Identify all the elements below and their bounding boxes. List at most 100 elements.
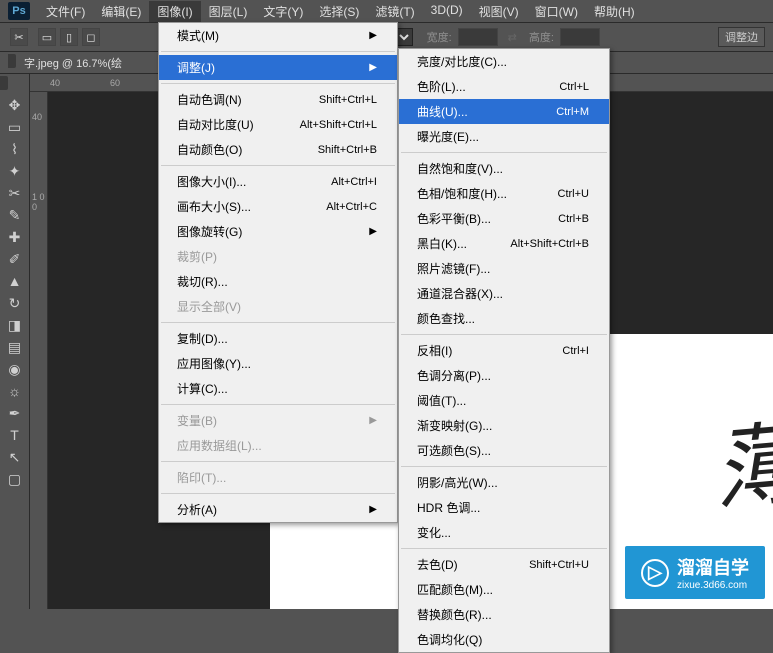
menu-item[interactable]: 计算(C)...: [159, 376, 397, 401]
menu-item[interactable]: 图像旋转(G)▶: [159, 219, 397, 244]
menu-item[interactable]: 变化...: [399, 520, 609, 545]
menu-图像[interactable]: 图像(I): [149, 1, 200, 22]
menu-item[interactable]: 自动色调(N)Shift+Ctrl+L: [159, 87, 397, 112]
gradient-tool[interactable]: ▤: [4, 337, 26, 357]
toolbar-handle[interactable]: [0, 76, 8, 90]
menu-separator: [161, 165, 395, 166]
menu-3d[interactable]: 3D(D): [423, 1, 471, 22]
menu-item[interactable]: 色相/饱和度(H)...Ctrl+U: [399, 181, 609, 206]
menu-item[interactable]: 模式(M)▶: [159, 23, 397, 48]
watermark-badge: ▷ 溜溜自学 zixue.3d66.com: [625, 546, 765, 599]
menu-separator: [161, 461, 395, 462]
menu-item[interactable]: 曝光度(E)...: [399, 124, 609, 149]
menu-item[interactable]: 亮度/对比度(C)...: [399, 49, 609, 74]
tool-preset-icon[interactable]: ✂: [10, 28, 28, 46]
menu-item-label: 色调分离(P)...: [417, 367, 491, 384]
pen-tool[interactable]: ✒: [4, 403, 26, 423]
menu-item[interactable]: 自然饱和度(V)...: [399, 156, 609, 181]
history-brush-tool[interactable]: ↻: [4, 293, 26, 313]
menu-item-label: 图像大小(I)...: [177, 173, 246, 190]
menu-item[interactable]: 自动对比度(U)Alt+Shift+Ctrl+L: [159, 112, 397, 137]
path-select-tool[interactable]: ↖: [4, 447, 26, 467]
menu-item[interactable]: 应用图像(Y)...: [159, 351, 397, 376]
eyedropper-tool[interactable]: ✎: [4, 205, 26, 225]
magic-wand-tool[interactable]: ✦: [4, 161, 26, 181]
marquee-tool[interactable]: ▭: [4, 117, 26, 137]
menu-item[interactable]: 渐变映射(G)...: [399, 413, 609, 438]
menu-编辑[interactable]: 编辑(E): [93, 1, 149, 22]
menu-shortcut: Ctrl+I: [562, 345, 589, 357]
menu-窗口[interactable]: 窗口(W): [527, 1, 586, 22]
menu-item[interactable]: HDR 色调...: [399, 495, 609, 520]
crop-ratio-icon[interactable]: ▭: [38, 28, 56, 46]
menu-文件[interactable]: 文件(F): [38, 1, 93, 22]
blur-tool[interactable]: ◉: [4, 359, 26, 379]
width-input[interactable]: [458, 28, 498, 46]
menu-item[interactable]: 色阶(L)...Ctrl+L: [399, 74, 609, 99]
menu-滤镜[interactable]: 滤镜(T): [367, 1, 422, 22]
menu-item[interactable]: 色调均化(Q): [399, 627, 609, 652]
tools-panel: ✥ ▭ ⌇ ✦ ✂ ✎ ✚ ✐ ▲ ↻ ◨ ▤ ◉ ☼ ✒ T ↖ ▢: [0, 74, 30, 609]
menu-item: 陷印(T)...: [159, 465, 397, 490]
menu-item-label: 匹配颜色(M)...: [417, 581, 493, 598]
menu-separator: [161, 493, 395, 494]
shape-tool[interactable]: ▢: [4, 469, 26, 489]
menu-item[interactable]: 匹配颜色(M)...: [399, 577, 609, 602]
menu-item[interactable]: 替换颜色(R)...: [399, 602, 609, 627]
menu-separator: [161, 51, 395, 52]
menu-item[interactable]: 裁切(R)...: [159, 269, 397, 294]
dodge-tool[interactable]: ☼: [4, 381, 26, 401]
lasso-tool[interactable]: ⌇: [4, 139, 26, 159]
menu-选择[interactable]: 选择(S): [311, 1, 367, 22]
menu-item[interactable]: 画布大小(S)...Alt+Ctrl+C: [159, 194, 397, 219]
type-tool[interactable]: T: [4, 425, 26, 445]
menu-item[interactable]: 黑白(K)...Alt+Shift+Ctrl+B: [399, 231, 609, 256]
menu-item[interactable]: 颜色查找...: [399, 306, 609, 331]
menu-item[interactable]: 曲线(U)...Ctrl+M: [399, 99, 609, 124]
menu-item-label: 陷印(T)...: [177, 469, 226, 486]
menu-item[interactable]: 色调分离(P)...: [399, 363, 609, 388]
stamp-tool[interactable]: ▲: [4, 271, 26, 291]
menu-item-label: 反相(I): [417, 342, 452, 359]
tab-handle[interactable]: [8, 54, 16, 68]
menu-图层[interactable]: 图层(L): [201, 1, 256, 22]
crop-tool[interactable]: ✂: [4, 183, 26, 203]
eraser-tool[interactable]: ◨: [4, 315, 26, 335]
menu-item[interactable]: 反相(I) Ctrl+I: [399, 338, 609, 363]
menu-shortcut: Alt+Ctrl+C: [326, 201, 377, 213]
watermark-sub: zixue.3d66.com: [677, 580, 749, 591]
height-input[interactable]: [560, 28, 600, 46]
menu-item: 变量(B)▶: [159, 408, 397, 433]
menu-item[interactable]: 可选颜色(S)...: [399, 438, 609, 463]
play-icon: ▷: [641, 559, 669, 587]
menu-item[interactable]: 分析(A)▶: [159, 497, 397, 522]
menu-item[interactable]: 自动颜色(O)Shift+Ctrl+B: [159, 137, 397, 162]
menu-item[interactable]: 阴影/高光(W)...: [399, 470, 609, 495]
adjustments-submenu: 亮度/对比度(C)... 色阶(L)...Ctrl+L曲线(U)...Ctrl+M…: [398, 48, 610, 653]
menu-item[interactable]: 通道混合器(X)...: [399, 281, 609, 306]
brush-tool[interactable]: ✐: [4, 249, 26, 269]
menu-item-label: 亮度/对比度(C)...: [417, 53, 507, 70]
menu-item[interactable]: 复制(D)...: [159, 326, 397, 351]
crop-expand-icon[interactable]: ◻: [82, 28, 100, 46]
menu-item[interactable]: 图像大小(I)...Alt+Ctrl+I: [159, 169, 397, 194]
swap-icon[interactable]: ⇄: [508, 31, 517, 44]
menu-item[interactable]: 去色(D)Shift+Ctrl+U: [399, 552, 609, 577]
healing-tool[interactable]: ✚: [4, 227, 26, 247]
menu-item-label: HDR 色调...: [417, 499, 480, 516]
menu-item-label: 自动颜色(O): [177, 141, 242, 158]
menu-文字[interactable]: 文字(Y): [255, 1, 311, 22]
menu-item-label: 裁剪(P): [177, 248, 217, 265]
menu-item-label: 计算(C)...: [177, 380, 228, 397]
crop-orient-icon[interactable]: ▯: [60, 28, 78, 46]
menu-separator: [401, 466, 607, 467]
document-tab[interactable]: 字.jpeg @ 16.7%(绘: [16, 53, 130, 73]
menu-item[interactable]: 照片滤镜(F)...: [399, 256, 609, 281]
menu-视图[interactable]: 视图(V): [471, 1, 527, 22]
menu-item[interactable]: 色彩平衡(B)...Ctrl+B: [399, 206, 609, 231]
menu-帮助[interactable]: 帮助(H): [586, 1, 643, 22]
menu-item[interactable]: 阈值(T)...: [399, 388, 609, 413]
menu-item[interactable]: 调整(J)▶: [159, 55, 397, 80]
adjust-edge-button[interactable]: 调整边: [718, 27, 765, 47]
move-tool[interactable]: ✥: [4, 95, 26, 115]
